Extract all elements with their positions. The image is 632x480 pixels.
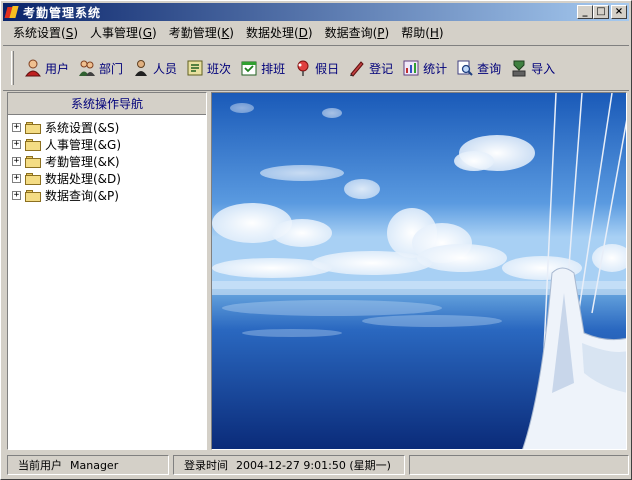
tree-item-system-settings[interactable]: + 系统设置(&S) — [12, 119, 206, 136]
shift-icon — [186, 59, 204, 77]
nav-tree: + 系统设置(&S) + 人事管理(&G) + 考勤管理(&K) + 数据处理(… — [8, 115, 206, 204]
menu-attendance[interactable]: 考勤管理(K) — [163, 24, 240, 41]
expand-icon[interactable]: + — [12, 191, 21, 200]
expand-icon[interactable]: + — [12, 157, 21, 166]
toolbar-query-button[interactable]: 查询 — [452, 53, 505, 83]
statistics-icon — [402, 59, 420, 77]
status-empty-panel — [409, 455, 629, 475]
maximize-button[interactable]: □ — [593, 5, 609, 19]
menu-bar: 系统设置(S) 人事管理(G) 考勤管理(K) 数据处理(D) 数据查询(P) … — [3, 22, 629, 42]
navigation-panel: 系统操作导航 + 系统设置(&S) + 人事管理(&G) + 考勤管理(&K) … — [7, 92, 207, 450]
toolbar-register-button[interactable]: 登记 — [344, 53, 397, 83]
window-title: 考勤管理系统 — [23, 5, 102, 20]
staff-icon — [132, 59, 150, 77]
close-button[interactable]: × — [611, 5, 627, 19]
tree-item-data-processing[interactable]: + 数据处理(&D) — [12, 170, 206, 187]
status-current-user: 当前用户 Manager — [7, 455, 169, 475]
tree-item-label: 系统设置(&S) — [45, 121, 120, 135]
app-logo-icon — [4, 5, 19, 19]
department-icon — [78, 59, 96, 77]
toolbar-staff-button[interactable]: 人员 — [128, 53, 181, 83]
folder-icon — [25, 121, 41, 134]
menu-personnel[interactable]: 人事管理(G) — [84, 24, 163, 41]
expand-icon[interactable]: + — [12, 140, 21, 149]
minimize-button[interactable]: _ — [577, 5, 593, 19]
menu-system-settings[interactable]: 系统设置(S) — [7, 24, 84, 41]
holiday-icon — [294, 59, 312, 77]
toolbar-shift-button[interactable]: 班次 — [182, 53, 235, 83]
toolbar-schedule-button[interactable]: 排班 — [236, 53, 289, 83]
main-window: 考勤管理系统 _ □ × 系统设置(S) 人事管理(G) 考勤管理(K) 数据处… — [0, 0, 632, 480]
folder-icon — [25, 172, 41, 185]
background-image-panel — [211, 92, 627, 450]
toolbar-grip[interactable] — [11, 51, 14, 85]
tree-item-personnel[interactable]: + 人事管理(&G) — [12, 136, 206, 153]
ocean-sailboat-image — [212, 93, 626, 449]
tree-item-label: 数据查询(&P) — [45, 189, 119, 203]
user-icon — [24, 59, 42, 77]
expand-icon[interactable]: + — [12, 174, 21, 183]
nav-header: 系统操作导航 — [8, 93, 206, 115]
expand-icon[interactable]: + — [12, 123, 21, 132]
window-controls: _ □ × — [577, 5, 627, 19]
menu-data-query[interactable]: 数据查询(P) — [319, 24, 396, 41]
toolbar: 用户 部门 人员 班次 排班 假日 登记 统计 查询 导入 — [3, 45, 629, 91]
toolbar-department-button[interactable]: 部门 — [74, 53, 127, 83]
toolbar-user-button[interactable]: 用户 — [20, 53, 73, 83]
status-bar: 当前用户 Manager 登录时间 2004-12-27 9:01:50 (星期… — [3, 453, 629, 477]
toolbar-import-button[interactable]: 导入 — [506, 53, 559, 83]
query-icon — [456, 59, 474, 77]
folder-icon — [25, 155, 41, 168]
folder-icon — [25, 138, 41, 151]
title-bar[interactable]: 考勤管理系统 _ □ × — [3, 3, 629, 21]
tree-item-label: 考勤管理(&K) — [45, 155, 120, 169]
tree-item-label: 数据处理(&D) — [45, 172, 121, 186]
toolbar-statistics-button[interactable]: 统计 — [398, 53, 451, 83]
tree-item-data-query[interactable]: + 数据查询(&P) — [12, 187, 206, 204]
menu-help[interactable]: 帮助(H) — [395, 24, 449, 41]
tree-item-attendance[interactable]: + 考勤管理(&K) — [12, 153, 206, 170]
status-login-time: 登录时间 2004-12-27 9:01:50 (星期一) — [173, 455, 405, 475]
menu-data-processing[interactable]: 数据处理(D) — [240, 24, 319, 41]
register-icon — [348, 59, 366, 77]
import-icon — [510, 59, 528, 77]
toolbar-holiday-button[interactable]: 假日 — [290, 53, 343, 83]
schedule-icon — [240, 59, 258, 77]
folder-icon — [25, 189, 41, 202]
tree-item-label: 人事管理(&G) — [45, 138, 122, 152]
